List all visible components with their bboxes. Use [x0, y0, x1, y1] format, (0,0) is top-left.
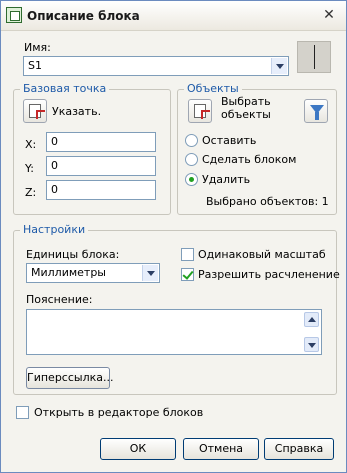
- description-label: Пояснение:: [26, 293, 93, 306]
- description-textarea[interactable]: [26, 309, 322, 355]
- pick-point-label: Указать.: [52, 105, 102, 118]
- units-value: Миллиметры: [31, 266, 106, 279]
- pick-point-button[interactable]: [23, 99, 47, 123]
- radio-delete-label: Удалить: [202, 173, 251, 186]
- radio-convert[interactable]: [185, 153, 198, 166]
- chevron-down-icon[interactable]: [271, 58, 287, 74]
- chevron-down-icon[interactable]: [142, 265, 158, 281]
- quick-select-button[interactable]: [304, 99, 328, 123]
- x-value: 0: [51, 135, 58, 148]
- select-objects-label-line2: объекты: [221, 108, 271, 121]
- x-input[interactable]: 0: [46, 132, 156, 152]
- uniform-scale-label: Одинаковый масштаб: [198, 248, 326, 261]
- title-bar[interactable]: Описание блока ✕: [1, 1, 346, 31]
- close-icon[interactable]: ✕: [321, 7, 337, 23]
- name-label: Имя:: [24, 41, 51, 54]
- app-icon: [6, 7, 22, 23]
- settings-title: Настройки: [20, 223, 89, 236]
- pick-point-icon: [29, 104, 45, 119]
- selected-objects-status: Выбрано объектов: 1: [206, 195, 329, 208]
- radio-keep-label: Оставить: [202, 134, 257, 147]
- y-input[interactable]: 0: [46, 156, 156, 176]
- radio-delete[interactable]: [185, 173, 198, 186]
- name-combobox[interactable]: S1: [23, 56, 289, 76]
- select-objects-icon: [194, 104, 210, 119]
- quick-select-filter-icon: [310, 105, 324, 120]
- ok-button[interactable]: ОК: [100, 438, 176, 460]
- block-preview: [297, 41, 331, 73]
- window-title: Описание блока: [27, 9, 140, 23]
- units-label: Единицы блока:: [26, 248, 120, 261]
- y-label: Y:: [25, 162, 34, 175]
- units-combobox[interactable]: Миллиметры: [26, 263, 160, 283]
- allow-explode-checkbox[interactable]: [181, 268, 194, 281]
- objects-title: Объекты: [184, 82, 242, 95]
- radio-convert-label: Сделать блоком: [202, 153, 297, 166]
- x-label: X:: [25, 138, 37, 151]
- open-in-editor-checkbox[interactable]: [16, 406, 29, 419]
- z-value: 0: [51, 183, 58, 196]
- name-value: S1: [28, 59, 42, 72]
- select-objects-label: Выбрать объекты: [221, 95, 271, 121]
- base-point-title: Базовая точка: [20, 82, 110, 95]
- select-objects-label-line1: Выбрать: [221, 95, 271, 108]
- block-definition-dialog: Описание блока ✕ Имя: S1 Базовая точка У…: [0, 0, 347, 473]
- scroll-down-icon[interactable]: [304, 337, 319, 352]
- scroll-up-icon[interactable]: [304, 312, 319, 327]
- open-in-editor-label: Открыть в редакторе блоков: [34, 406, 204, 419]
- help-button[interactable]: Справка: [264, 438, 334, 460]
- z-input[interactable]: 0: [46, 180, 156, 200]
- select-objects-button[interactable]: [188, 99, 212, 123]
- uniform-scale-checkbox[interactable]: [181, 248, 194, 261]
- cancel-button[interactable]: Отмена: [183, 438, 259, 460]
- radio-keep[interactable]: [185, 134, 198, 147]
- hyperlink-button[interactable]: Гиперссылка...: [26, 367, 114, 389]
- allow-explode-label: Разрешить расчленение: [198, 268, 340, 281]
- y-value: 0: [51, 159, 58, 172]
- z-label: Z:: [25, 186, 37, 199]
